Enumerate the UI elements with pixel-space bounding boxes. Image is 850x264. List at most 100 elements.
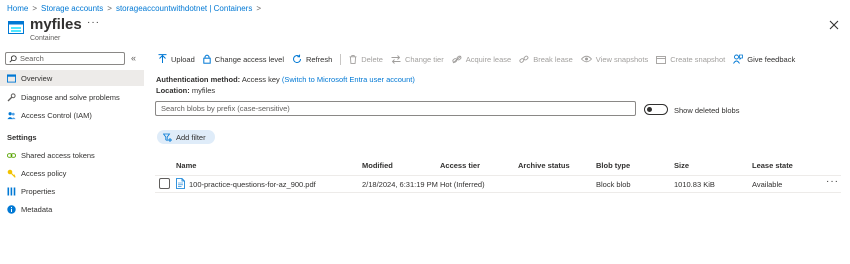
row-more-options-icon[interactable]: ··· — [826, 176, 839, 187]
authentication-method: Authentication method: Access key (Switc… — [156, 75, 415, 84]
change-tier-button[interactable]: Change tier — [391, 55, 444, 64]
add-filter-icon — [163, 133, 172, 142]
blob-size: 1010.83 KiB — [674, 180, 715, 189]
column-header-modified[interactable]: Modified — [362, 161, 393, 170]
swap-icon — [391, 54, 401, 64]
show-deleted-blobs-toggle[interactable] — [644, 104, 668, 115]
change-access-level-button[interactable]: Change access level — [203, 54, 284, 64]
search-icon — [9, 54, 17, 63]
sidebar-settings-header: Settings — [7, 133, 37, 142]
blob-access-tier: Hot (Inferred) — [440, 180, 485, 189]
blob-type: Block blob — [596, 180, 631, 189]
view-snapshots-button[interactable]: View snapshots — [580, 54, 649, 64]
upload-label: Upload — [171, 54, 195, 64]
sidebar-item-label: Shared access tokens — [21, 150, 95, 160]
upload-button[interactable]: Upload — [158, 54, 195, 64]
break-lease-label: Break lease — [533, 54, 573, 64]
sidebar-item-label: Overview — [21, 73, 53, 83]
row-select-checkbox[interactable] — [159, 178, 170, 189]
sidebar-item-properties[interactable]: Properties — [0, 183, 144, 199]
location: Location: myfiles — [156, 86, 215, 95]
sidebar-item-iam[interactable]: Access Control (IAM) — [0, 107, 144, 123]
column-header-blob-type[interactable]: Blob type — [596, 161, 630, 170]
info-icon — [7, 204, 16, 214]
break-lease-button[interactable]: Break lease — [519, 55, 573, 64]
breadcrumb-separator-icon: > — [107, 3, 112, 13]
link-icon — [7, 151, 16, 160]
toggle-knob — [647, 107, 652, 112]
sidebar-item-metadata[interactable]: Metadata — [0, 201, 144, 217]
sidebar-item-diagnose[interactable]: Diagnose and solve problems — [0, 89, 144, 105]
acquire-lease-button[interactable]: Acquire lease — [452, 55, 511, 64]
delete-button[interactable]: Delete — [349, 55, 383, 64]
column-header-lease-state[interactable]: Lease state — [752, 161, 793, 170]
lease-link-icon — [452, 55, 462, 63]
sidebar-search[interactable] — [5, 52, 125, 65]
breadcrumb-home[interactable]: Home — [7, 4, 28, 13]
key-icon — [7, 169, 16, 178]
acquire-lease-label: Acquire lease — [465, 54, 512, 64]
breadcrumb: Home > Storage accounts > storageaccount… — [7, 2, 265, 14]
eye-icon — [580, 55, 592, 63]
snapshot-icon — [656, 55, 667, 64]
toolbar-divider — [340, 53, 342, 65]
breadcrumb-separator-icon: > — [32, 3, 38, 13]
command-bar: Upload Change access level Refresh Delet… — [158, 52, 803, 66]
refresh-button[interactable]: Refresh — [292, 54, 332, 64]
page-title: myfiles — [30, 16, 82, 33]
feedback-icon — [733, 54, 744, 64]
column-header-size[interactable]: Size — [674, 161, 689, 170]
blob-lease-state: Available — [752, 180, 783, 189]
sidebar-item-overview[interactable]: Overview — [0, 70, 144, 86]
page-subtitle: Container — [30, 35, 61, 42]
container-icon — [8, 21, 24, 34]
create-snapshot-button[interactable]: Create snapshot — [656, 55, 725, 64]
more-options-icon[interactable]: ··· — [87, 17, 100, 28]
refresh-icon — [293, 54, 302, 64]
sidebar-item-shared-access-tokens[interactable]: Shared access tokens — [0, 147, 144, 163]
give-feedback-button[interactable]: Give feedback — [733, 54, 795, 64]
trash-icon — [349, 54, 357, 64]
collapse-sidebar-icon[interactable]: « — [131, 53, 136, 63]
delete-label: Delete — [361, 54, 383, 64]
blob-prefix-search-input[interactable] — [155, 101, 636, 116]
blob-modified: 2/18/2024, 6:31:19 PM — [362, 180, 438, 189]
blob-name[interactable]: 100-practice-questions-for-az_900.pdf — [189, 180, 316, 189]
show-deleted-blobs-label: Show deleted blobs — [674, 106, 740, 115]
breadcrumb-containers[interactable]: storageaccountwithdotnet | Containers — [116, 4, 252, 13]
close-icon[interactable] — [828, 19, 840, 31]
add-filter-label: Add filter — [176, 132, 206, 142]
location-label: Location: — [156, 86, 190, 95]
breadcrumb-separator-icon: > — [256, 3, 262, 13]
broken-link-icon — [519, 55, 529, 63]
people-icon — [7, 111, 16, 120]
create-snapshot-label: Create snapshot — [670, 54, 726, 64]
location-value: myfiles — [191, 86, 216, 95]
change-access-level-label: Change access level — [214, 54, 284, 64]
give-feedback-label: Give feedback — [747, 54, 796, 64]
sidebar-item-label: Diagnose and solve problems — [21, 92, 120, 102]
wrench-icon — [7, 92, 16, 102]
change-tier-label: Change tier — [404, 54, 444, 64]
properties-icon — [7, 187, 16, 196]
sidebar-item-label: Access policy — [21, 168, 67, 178]
auth-method-value: Access key — [241, 75, 280, 84]
sidebar-item-label: Properties — [21, 186, 56, 196]
lock-icon — [203, 54, 211, 64]
auth-method-label: Authentication method: — [156, 75, 241, 84]
pdf-file-icon — [176, 178, 185, 189]
upload-icon — [158, 54, 167, 63]
sidebar-item-access-policy[interactable]: Access policy — [0, 165, 144, 181]
add-filter-button[interactable]: Add filter — [157, 130, 215, 144]
view-snapshots-label: View snapshots — [595, 54, 649, 64]
sidebar-search-input[interactable] — [20, 54, 120, 63]
column-header-access-tier[interactable]: Access tier — [440, 161, 480, 170]
sidebar-item-label: Access Control (IAM) — [21, 110, 92, 120]
breadcrumb-storage-accounts[interactable]: Storage accounts — [41, 4, 103, 13]
sidebar-item-label: Metadata — [21, 204, 53, 214]
column-header-name[interactable]: Name — [176, 161, 196, 170]
overview-icon — [7, 73, 16, 83]
switch-auth-link[interactable]: (Switch to Microsoft Entra user account) — [282, 75, 415, 84]
column-header-archive-status[interactable]: Archive status — [518, 161, 570, 170]
refresh-label: Refresh — [306, 54, 333, 64]
